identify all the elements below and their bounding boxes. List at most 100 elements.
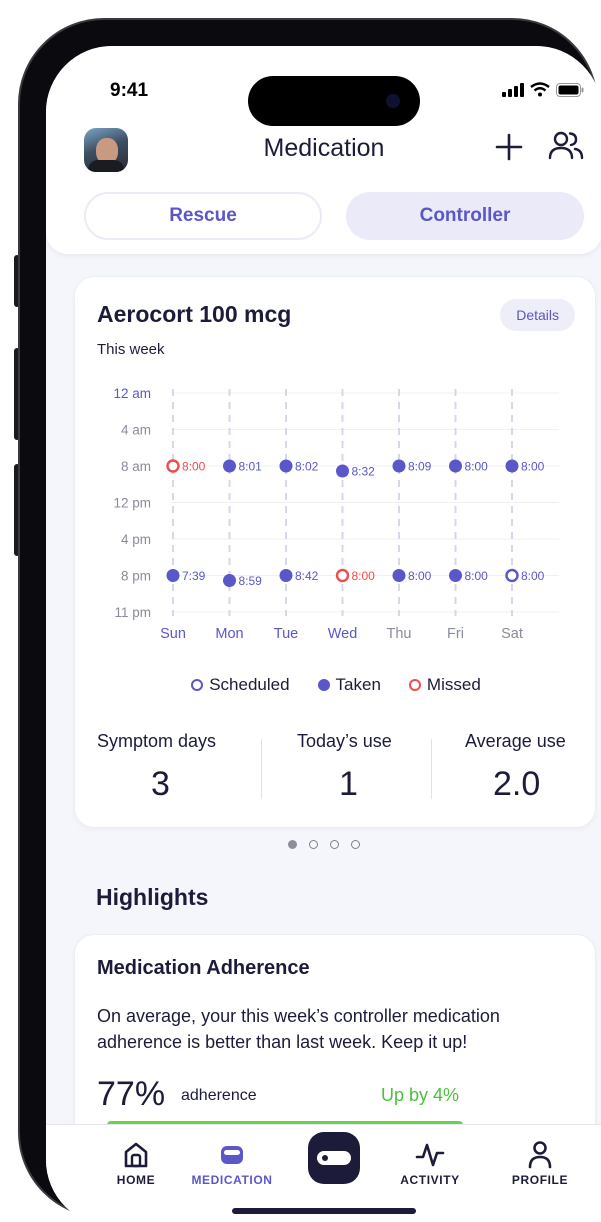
stat-label: Today’s use <box>297 731 392 751</box>
page-dot[interactable] <box>309 840 318 849</box>
status-icons <box>502 82 584 97</box>
stat-value: 3 <box>151 765 170 803</box>
y-tick-label: 12 pm <box>113 496 151 511</box>
details-button[interactable]: Details <box>500 299 575 331</box>
dose-chart: 12 am 4 am 8 am 12 pm 4 pm 8 pm 11 pm Sun Mon Tue… <box>113 386 559 642</box>
medication-icon <box>182 1137 282 1173</box>
status-time: 9:41 <box>110 80 149 101</box>
page-dot-active[interactable] <box>288 840 297 849</box>
y-tick-label: 11 pm <box>114 605 151 620</box>
dose-time-label: 8:01 <box>239 460 263 474</box>
header: 9:41 Medication Rescue Controller <box>46 46 601 254</box>
taken-dot <box>449 459 462 473</box>
home-icon <box>86 1137 186 1173</box>
wifi-icon <box>530 82 550 97</box>
missed-dot-icon <box>408 679 421 691</box>
x-tick-label: Thu <box>387 626 412 642</box>
screen: 9:41 Medication Rescue Controller Aeroco… <box>46 46 601 1222</box>
y-tick-label: 4 pm <box>121 532 151 547</box>
activity-icon <box>380 1137 480 1173</box>
dose-time-label: 8:02 <box>295 460 319 474</box>
stat-value: 1 <box>339 765 358 803</box>
tab-controller[interactable]: Controller <box>346 192 584 240</box>
dose-time-label: 8:00 <box>408 569 432 583</box>
legend-missed: Missed <box>408 675 481 695</box>
taken-dot <box>223 459 236 473</box>
dose-time-label: 8:00 <box>521 460 545 474</box>
dose-time-label: 8:00 <box>521 569 545 583</box>
legend-taken: Taken <box>317 675 381 695</box>
stat-label: Average use <box>465 731 566 751</box>
tab-home[interactable]: HOME <box>86 1137 186 1187</box>
dose-time-label: 8:00 <box>352 569 376 583</box>
stat-average-use: Average use 2.0 <box>423 731 597 811</box>
chart-legend: Scheduled Taken Missed <box>75 675 597 695</box>
adherence-label: adherence <box>181 1087 257 1104</box>
taken-dot <box>166 569 180 582</box>
taken-dot <box>279 459 293 473</box>
taken-dot <box>336 464 349 478</box>
tab-profile-label: PROFILE <box>511 1173 569 1187</box>
stat-label: Symptom days <box>97 731 217 751</box>
dose-time-label: 8:59 <box>239 574 263 588</box>
missed-dot <box>166 459 180 473</box>
tab-medication[interactable]: MEDICATION <box>182 1137 282 1187</box>
tab-rescue[interactable]: Rescue <box>84 192 322 240</box>
stat-todays-use: Today’s use 1 <box>249 731 423 811</box>
home-indicator <box>232 1208 416 1214</box>
adherence-trend: Up by 4% <box>381 1085 460 1105</box>
taken-dot <box>279 569 293 582</box>
y-tick-label: 12 am <box>113 386 151 401</box>
dose-time-label: 8:00 <box>465 460 489 474</box>
adherence-description: On average, your this week’s controller … <box>97 1006 500 1052</box>
medication-name: Aerocort 100 mcg <box>97 301 292 327</box>
legend-missed-label: Missed <box>426 675 481 694</box>
stat-symptom-days: Symptom days 3 <box>75 731 249 811</box>
taken-dot-icon <box>317 679 330 691</box>
adherence-percent: 77% <box>97 1075 166 1113</box>
x-tick-label: Tue <box>274 626 298 642</box>
page-indicator[interactable] <box>46 840 601 849</box>
legend-scheduled-label: Scheduled <box>209 675 290 694</box>
missed-dot <box>335 568 350 583</box>
taken-dot <box>392 569 406 582</box>
add-icon[interactable] <box>494 132 524 167</box>
family-icon[interactable] <box>548 130 584 167</box>
tab-profile[interactable]: PROFILE <box>490 1137 590 1187</box>
legend-scheduled: Scheduled <box>191 675 290 695</box>
page-dot[interactable] <box>351 840 360 849</box>
x-tick-label: Sun <box>160 626 186 642</box>
taken-dot <box>505 459 519 473</box>
y-tick-label: 8 pm <box>121 569 151 584</box>
x-tick-label: Mon <box>215 626 243 642</box>
dose-time-label: 8:00 <box>465 569 489 583</box>
page-dot[interactable] <box>330 840 339 849</box>
tab-medication-label: MEDICATION <box>191 1173 273 1187</box>
scheduled-dot-icon <box>191 679 204 691</box>
profile-icon <box>490 1137 590 1173</box>
x-tick-label: Fri <box>447 626 464 642</box>
highlights-title: Highlights <box>96 884 209 910</box>
y-tick-label: 4 am <box>121 423 151 438</box>
taken-dot <box>223 574 236 587</box>
legend-taken-label: Taken <box>335 675 381 694</box>
period-label: This week <box>97 341 165 358</box>
phone-frame: 9:41 Medication Rescue Controller Aeroco… <box>18 18 601 1222</box>
battery-icon <box>556 82 584 97</box>
y-tick-label: 8 am <box>121 459 151 474</box>
taken-dot <box>449 569 462 582</box>
tab-home-label: HOME <box>116 1173 156 1187</box>
dose-time-label: 7:39 <box>182 569 206 583</box>
dose-time-label: 8:42 <box>295 569 319 583</box>
tab-activity[interactable]: ACTIVITY <box>380 1137 480 1187</box>
stat-value: 2.0 <box>493 765 541 803</box>
inhaler-icon[interactable] <box>308 1132 360 1184</box>
signal-icon <box>502 82 524 97</box>
adherence-title: Medication Adherence <box>97 957 310 979</box>
medication-card: Aerocort 100 mcg Details This week 12 am… <box>74 276 596 828</box>
scheduled-dot <box>505 568 519 583</box>
taken-dot <box>392 459 406 473</box>
x-tick-label: Sat <box>501 626 523 642</box>
dose-time-label: 8:32 <box>352 465 376 479</box>
tab-activity-label: ACTIVITY <box>400 1173 460 1187</box>
